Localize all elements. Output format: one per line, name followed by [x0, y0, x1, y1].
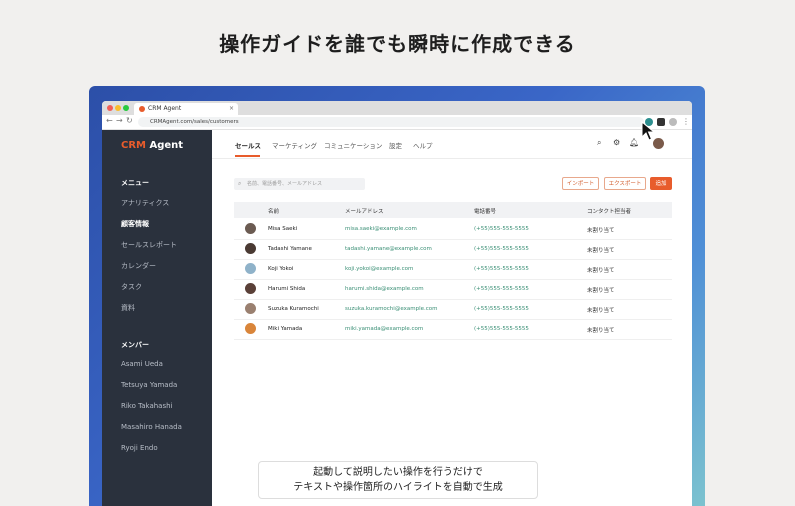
profile-icon[interactable] [669, 118, 677, 126]
sidebar-member[interactable]: Riko Takahashi [121, 402, 173, 410]
sidebar-member[interactable]: Ryoji Endo [121, 444, 158, 452]
minimize-window-icon[interactable] [115, 105, 121, 111]
bell-icon[interactable]: 🔔︎ [629, 138, 639, 147]
column-header-assignee[interactable]: コンタクト担当者 [587, 207, 631, 215]
customer-name[interactable]: Miki Yamada [268, 326, 302, 332]
customer-assignee[interactable]: 未割り当て [587, 226, 615, 234]
avatar [245, 223, 256, 234]
tab-settings[interactable]: 設定 [389, 140, 402, 150]
sidebar-item-customers[interactable]: 顧客情報 [121, 219, 149, 229]
column-header-phone[interactable]: 電話番号 [474, 207, 496, 215]
main-content: セールス マーケティング コミュニケーション 設定 ヘルプ ⌕ ⚙ 🔔︎ ⌕ 名… [212, 130, 692, 506]
customer-assignee[interactable]: 未割り当て [587, 326, 615, 334]
customer-name[interactable]: Tadashi Yamane [268, 246, 312, 252]
browser-window: CRM Agent × ← → ↻ CRMAgent.com/sales/cus… [102, 101, 692, 506]
customer-phone[interactable]: (+55)555-555-5555 [474, 246, 529, 252]
caption-line: テキストや操作箇所のハイライトを自動で生成 [293, 482, 503, 493]
customer-email[interactable]: koji.yokoi@example.com [345, 266, 413, 272]
url-text: CRMAgent.com/sales/customers [150, 119, 239, 125]
customer-email[interactable]: miki.yamada@example.com [345, 326, 423, 332]
crm-favicon-icon [139, 106, 145, 112]
column-header-name[interactable]: 名前 [268, 207, 279, 215]
tab-close-icon[interactable]: × [229, 103, 234, 115]
table-row[interactable]: Tadashi Yamane tadashi.yamane@example.co… [234, 239, 672, 260]
table-row[interactable]: Suzuka Kuramochi suzuka.kuramochi@exampl… [234, 299, 672, 320]
sidebar: CRM Agent メニュー アナリティクス 顧客情報 セールスレポート カレン… [102, 130, 212, 506]
avatar [245, 263, 256, 274]
sidebar-member[interactable]: Tetsuya Yamada [121, 381, 177, 389]
column-header-email[interactable]: メールアドレス [345, 207, 384, 215]
back-icon[interactable]: ← [106, 116, 113, 125]
screenshot-frame: CRM Agent × ← → ↻ CRMAgent.com/sales/cus… [89, 86, 705, 506]
sidebar-member[interactable]: Masahiro Hanada [121, 423, 182, 431]
customer-assignee[interactable]: 未割り当て [587, 306, 615, 314]
table-row[interactable]: Koji Yokoi koji.yokoi@example.com (+55)5… [234, 259, 672, 280]
address-bar: ← → ↻ CRMAgent.com/sales/customers ⋮ [102, 115, 692, 130]
gear-icon[interactable]: ⚙ [613, 138, 620, 147]
table-row[interactable]: Misa Saeki misa.saeki@example.com (+55)5… [234, 219, 672, 240]
customer-phone[interactable]: (+55)555-555-5555 [474, 266, 529, 272]
tab-communication[interactable]: コミュニケーション [324, 140, 382, 150]
reload-icon[interactable]: ↻ [126, 116, 133, 125]
puzzle-icon[interactable] [657, 118, 665, 126]
tab-help[interactable]: ヘルプ [413, 140, 433, 150]
sidebar-item-documents[interactable]: 資料 [121, 303, 135, 313]
tab-sales[interactable]: セールス [235, 140, 261, 150]
page-headline: 操作ガイドを誰でも瞬時に作成できる [219, 32, 576, 56]
customer-email[interactable]: misa.saeki@example.com [345, 226, 417, 232]
customer-assignee[interactable]: 未割り当て [587, 286, 615, 294]
customer-email[interactable]: suzuka.kuramochi@example.com [345, 306, 438, 312]
avatar [245, 283, 256, 294]
forward-icon[interactable]: → [116, 116, 123, 125]
search-icon: ⌕ [238, 180, 242, 187]
add-button[interactable]: 追加 [650, 177, 672, 190]
sidebar-item-calendar[interactable]: カレンダー [121, 261, 156, 271]
table-row[interactable]: Harumi Shida harumi.shida@example.com (+… [234, 279, 672, 300]
table-row[interactable]: Miki Yamada miki.yamada@example.com (+55… [234, 319, 672, 340]
sidebar-item-sales-report[interactable]: セールスレポート [121, 240, 177, 250]
url-field[interactable]: CRMAgent.com/sales/customers [138, 117, 644, 127]
browser-tab[interactable]: CRM Agent × [134, 103, 238, 115]
customer-phone[interactable]: (+55)555-555-5555 [474, 226, 529, 232]
customer-email[interactable]: tadashi.yamane@example.com [345, 246, 432, 252]
browser-tab-title: CRM Agent [148, 105, 182, 112]
export-button[interactable]: エクスポート [604, 177, 646, 190]
sidebar-item-analytics[interactable]: アナリティクス [121, 198, 169, 208]
maximize-window-icon[interactable] [123, 105, 129, 111]
caption-line: 起動して説明したい操作を行うだけで [313, 467, 483, 478]
browser-tab-bar: CRM Agent × [102, 101, 692, 115]
table-header: 名前 メールアドレス 電話番号 コンタクト担当者 [234, 202, 672, 218]
top-navigation: セールス マーケティング コミュニケーション 設定 ヘルプ ⌕ ⚙ 🔔︎ [212, 130, 692, 159]
customer-assignee[interactable]: 未割り当て [587, 266, 615, 274]
customer-phone[interactable]: (+55)555-555-5555 [474, 286, 529, 292]
customer-name[interactable]: Misa Saeki [268, 226, 297, 232]
avatar [245, 323, 256, 334]
tab-marketing[interactable]: マーケティング [272, 140, 317, 150]
search-icon[interactable]: ⌕ [597, 138, 601, 148]
avatar [245, 303, 256, 314]
customer-name[interactable]: Suzuka Kuramochi [268, 306, 319, 312]
customer-name[interactable]: Harumi Shida [268, 286, 305, 292]
search-placeholder: 名前、電話番号、メールアドレス [247, 181, 323, 187]
customer-email[interactable]: harumi.shida@example.com [345, 286, 424, 292]
menu-header: メニュー [121, 179, 149, 187]
customer-assignee[interactable]: 未割り当て [587, 246, 615, 254]
customer-phone[interactable]: (+55)555-555-5555 [474, 326, 529, 332]
avatar [245, 243, 256, 254]
active-tab-indicator [235, 155, 260, 157]
caption-box: 起動して説明したい操作を行うだけで テキストや操作箇所のハイライトを自動で生成 [258, 461, 538, 499]
sidebar-member[interactable]: Asami Ueda [121, 360, 163, 368]
more-icon[interactable]: ⋮ [682, 117, 690, 126]
close-window-icon[interactable] [107, 105, 113, 111]
customer-phone[interactable]: (+55)555-555-5555 [474, 306, 529, 312]
app-logo[interactable]: CRM Agent [121, 140, 183, 151]
import-button[interactable]: インポート [562, 177, 599, 190]
customer-name[interactable]: Koji Yokoi [268, 266, 293, 272]
sidebar-item-tasks[interactable]: タスク [121, 282, 142, 292]
members-header: メンバー [121, 341, 149, 349]
mouse-cursor-icon [641, 121, 655, 141]
customer-search-input[interactable]: ⌕ 名前、電話番号、メールアドレス [234, 178, 365, 190]
